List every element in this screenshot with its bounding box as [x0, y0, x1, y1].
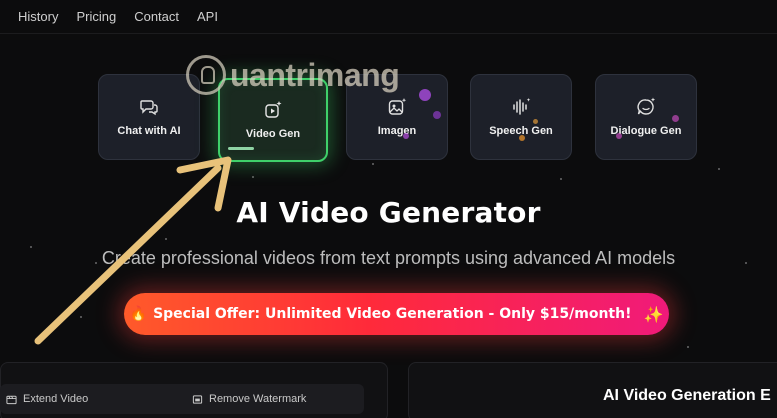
tool-card-label: Imagen: [377, 125, 417, 137]
top-nav: History Pricing Contact API: [0, 0, 777, 34]
tab-label: Extend Video: [23, 393, 89, 405]
info-panel: AI Video Generation E: [408, 362, 777, 418]
decor-dot: [519, 135, 525, 141]
lightbulb-icon: [186, 55, 226, 95]
nav-api[interactable]: API: [197, 9, 218, 24]
decor-dot: [672, 115, 679, 122]
editor-tabs: Extend Video Remove Watermark: [0, 384, 364, 414]
watermark-icon: [192, 394, 203, 404]
info-panel-title: AI Video Generation E: [603, 387, 771, 404]
watermark-logo: uantrimang: [186, 52, 416, 98]
tool-card-label: Chat with AI: [117, 125, 181, 137]
active-indicator: [228, 147, 254, 150]
tool-card-speech-gen[interactable]: Speech Gen: [470, 74, 572, 160]
page-title: AI Video Generator: [236, 196, 541, 229]
tool-card-dialogue-gen[interactable]: Dialogue Gen: [595, 74, 697, 160]
tab-label: Remove Watermark: [209, 393, 307, 405]
nav-pricing[interactable]: Pricing: [76, 9, 116, 24]
decor-dot: [419, 89, 431, 101]
tool-card-chat[interactable]: Chat with AI: [98, 74, 200, 160]
decor-dot: [433, 111, 441, 119]
tool-card-label: Video Gen: [245, 128, 301, 140]
offer-text: Special Offer: Unlimited Video Generatio…: [153, 306, 632, 322]
film-icon: [6, 395, 17, 404]
tab-extend-video[interactable]: Extend Video: [6, 393, 88, 405]
chat-bubbles-icon: [140, 100, 158, 116]
decor-dot: [403, 133, 409, 139]
video-sparkle-icon: [265, 101, 282, 118]
waveform-icon: [513, 98, 531, 115]
nav-contact[interactable]: Contact: [134, 9, 179, 24]
fire-icon: 🔥: [129, 306, 148, 322]
dialogue-icon: [637, 97, 656, 115]
page-subtitle: Create professional videos from text pro…: [101, 248, 676, 268]
tab-remove-watermark[interactable]: Remove Watermark: [192, 393, 306, 405]
decor-dot: [616, 133, 622, 139]
decor-dot: [533, 119, 538, 124]
sparkle-icon: ✨: [643, 304, 664, 324]
special-offer-banner[interactable]: 🔥 Special Offer: Unlimited Video Generat…: [124, 293, 669, 335]
watermark-text: uantrimang: [230, 56, 400, 93]
image-sparkle-icon: [388, 98, 407, 115]
nav-history[interactable]: History: [18, 9, 58, 24]
